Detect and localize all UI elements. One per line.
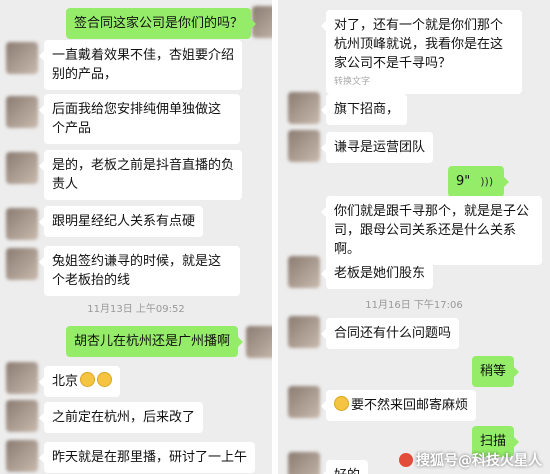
message-text: 对了，还有一个就是你们那个杭州顶峰就说，我看你是在这家公司不是千寻吗？ [334,18,504,71]
avatar[interactable] [288,386,320,418]
avatar[interactable] [288,452,320,474]
message-bubble[interactable]: 兔姐签约谦寻的时候，就是这个老板抬的线 [39,246,240,296]
message-bubble[interactable]: 稍等 [472,356,520,387]
emoji-icon [334,396,349,411]
message-bubble[interactable]: 一直戴着效果不佳，杏姐要介绍别的产品， [39,40,242,90]
message-text: 你们就是跟千寻那个，就是是子公司，跟母公司关系还是什么关系啊。 [334,204,530,257]
avatar[interactable] [6,400,38,432]
avatar[interactable] [288,316,320,348]
message-text: 后面我给您安排纯佣单独做这个产品 [52,102,222,136]
message-bubble[interactable]: 老板是她们股东 [320,258,434,289]
message-text: 兔姐签约谦寻的时候，就是这个老板抬的线 [52,254,222,288]
message-text: 北京 [52,374,79,389]
message-bubble[interactable]: 签合同这家公司是你们的吗？ [66,8,257,39]
avatar[interactable] [6,248,38,280]
sohu-logo-icon [399,453,413,467]
message-bubble[interactable]: 北京 [38,366,121,397]
message-bubble[interactable]: 后面我给您安排纯佣单独做这个产品 [39,94,240,144]
message-bubble[interactable]: 是的，老板之前是抖音直播的负责人 [39,150,242,200]
message-text: 要不然来回邮寄麻烦 [351,398,469,413]
voice-message[interactable]: 9"))) [448,166,509,197]
avatar[interactable] [246,326,272,358]
voice-wave-icon: ))) [480,175,494,188]
avatar[interactable] [6,96,38,128]
avatar[interactable] [288,256,320,288]
avatar[interactable] [6,208,38,240]
avatar[interactable] [6,152,38,184]
message-bubble[interactable]: 胡杏儿在杭州还是广州播啊 [66,326,244,357]
message-bubble[interactable]: 对了，还有一个就是你们那个杭州顶峰就说，我看你是在这家公司不是千寻吗？ 转换文字 [321,10,522,94]
message-bubble[interactable]: 旗下招商， [320,94,408,125]
message-bubble[interactable]: 昨天就是在那里播，研讨了一上午 [38,442,256,473]
emoji-icon [80,372,96,387]
translate-label[interactable]: 转换文字 [334,77,514,88]
chat-panel-right: 对了，还有一个就是你们那个杭州顶峰就说，我看你是在这家公司不是千寻吗？ 转换文字… [278,0,550,474]
message-bubble[interactable]: 之前定在杭州，后来改了 [38,402,204,433]
message-bubble[interactable]: 好的 [320,460,369,474]
message-bubble[interactable]: 你们就是跟千寻那个，就是是子公司，跟母公司关系还是什么关系啊。 [321,196,542,265]
message-text: 是的，老板之前是抖音直播的负责人 [52,158,235,192]
message-bubble[interactable]: 要不然来回邮寄麻烦 [320,390,477,421]
watermark-text: 搜狐号@科技火星人 [416,453,542,469]
timestamp: 11月13日 上午09:52 [87,304,185,315]
chat-panel-left: 签合同这家公司是你们的吗？ 一直戴着效果不佳，杏姐要介绍别的产品， 后面我给您安… [0,0,272,474]
avatar[interactable] [288,130,320,162]
emoji-icon [97,372,113,387]
watermark: 搜狐号@科技火星人 [399,450,542,470]
avatar[interactable] [288,92,320,124]
avatar[interactable] [6,42,38,74]
message-bubble[interactable]: 跟明星经纪人关系有点硬 [38,206,204,237]
message-bubble[interactable]: 合同还有什么问题吗 [320,318,460,349]
message-text: 一直戴着效果不佳，杏姐要介绍别的产品， [52,48,235,82]
timestamp: 11月16日 下午17:06 [365,300,463,311]
message-bubble[interactable]: 谦寻是运营团队 [320,132,434,163]
avatar[interactable] [6,440,38,472]
avatar[interactable] [6,362,38,394]
voice-duration: 9" [456,174,471,189]
